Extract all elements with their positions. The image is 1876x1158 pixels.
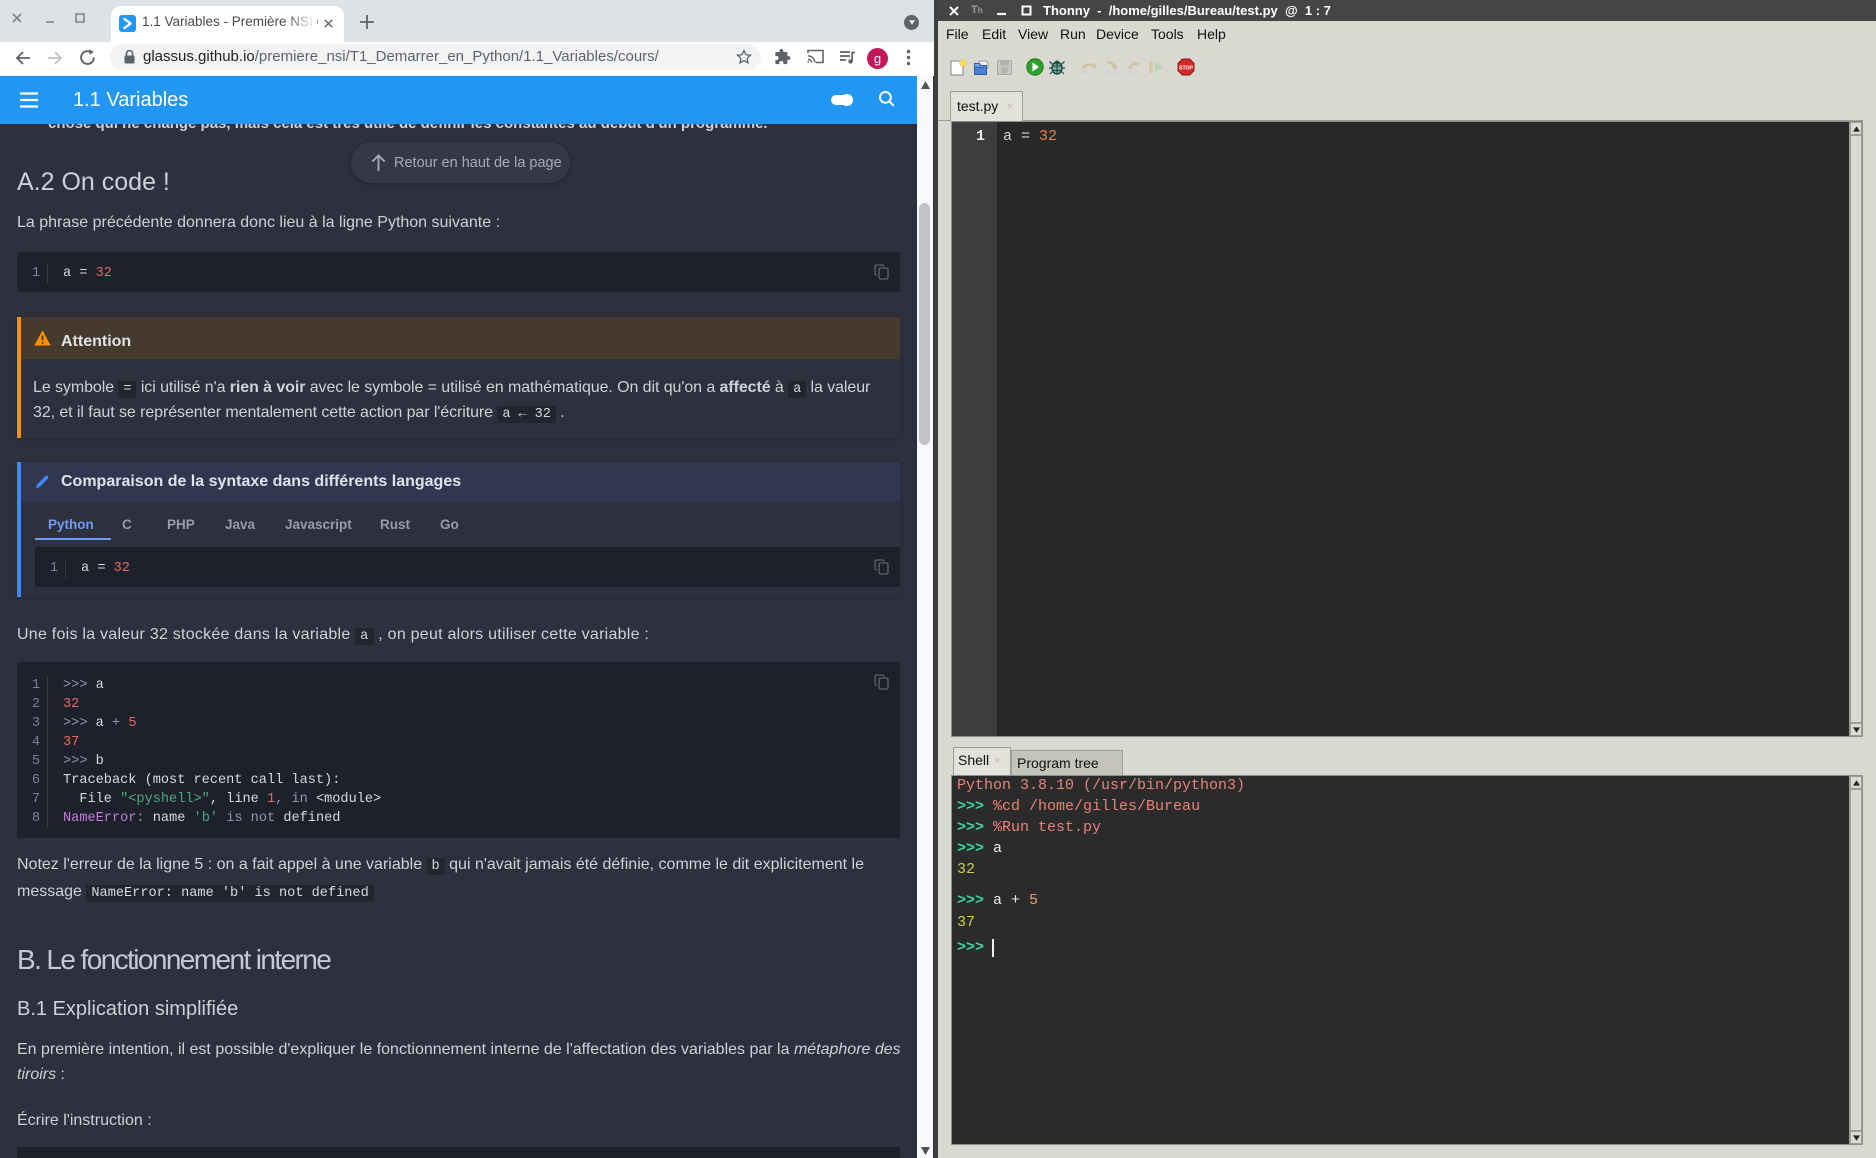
- svg-text:STOP: STOP: [1179, 66, 1194, 72]
